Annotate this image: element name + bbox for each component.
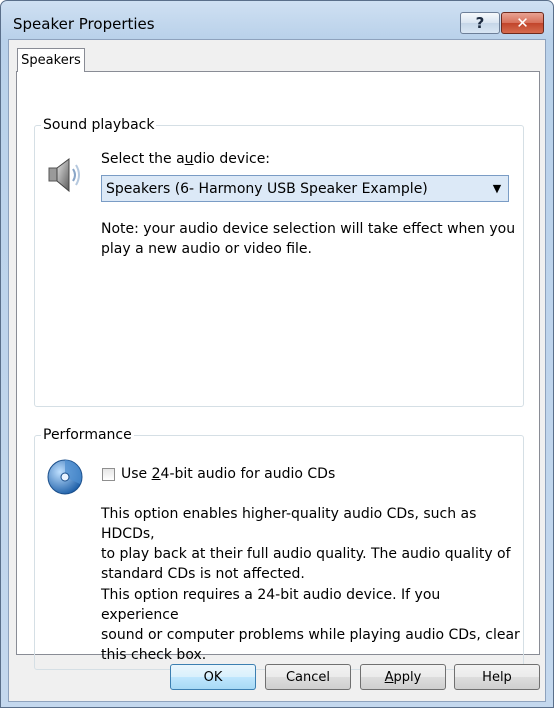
- apply-button[interactable]: Apply: [360, 664, 446, 690]
- sound-playback-legend: Sound playback: [41, 116, 157, 134]
- cancel-button[interactable]: Cancel: [265, 664, 351, 690]
- tab-panel: Sound playback Select the audio device: …: [16, 71, 540, 670]
- performance-info-1: This option enables higher-quality audio…: [101, 506, 511, 582]
- sound-playback-group: Sound playback: [34, 116, 524, 407]
- help-icon: ?: [475, 14, 485, 32]
- audio-device-value: Speakers (6- Harmony USB Speaker Example…: [106, 180, 428, 197]
- title-bar[interactable]: Speaker Properties ? ✕: [1, 1, 553, 41]
- use-24bit-label[interactable]: Use 24-bit audio for audio CDs: [121, 466, 335, 482]
- window-title: Speaker Properties: [13, 15, 155, 33]
- tab-speakers[interactable]: Speakers: [17, 48, 85, 72]
- ok-button[interactable]: OK: [170, 664, 256, 690]
- select-device-label: Select the audio device:: [101, 151, 271, 167]
- dialog-client: Speakers Sound playback Select the audio…: [8, 39, 546, 702]
- speaker-properties-window: Speaker Properties ? ✕ Speakers Sound pl…: [0, 0, 554, 708]
- chevron-down-icon[interactable]: ▼: [486, 182, 508, 195]
- speaker-icon: [48, 158, 80, 193]
- help-caption-button[interactable]: ?: [460, 12, 500, 34]
- performance-info-2: This option requires a 24-bit audio devi…: [101, 587, 520, 663]
- help-button[interactable]: Help: [454, 664, 540, 690]
- audio-cd-icon: [47, 459, 83, 495]
- device-note: Note: your audio device selection will t…: [101, 221, 516, 257]
- audio-device-dropdown[interactable]: Speakers (6- Harmony USB Speaker Example…: [101, 175, 509, 202]
- performance-legend: Performance: [41, 426, 134, 444]
- close-caption-button[interactable]: ✕: [501, 12, 544, 34]
- close-icon: ✕: [516, 14, 529, 32]
- use-24bit-checkbox[interactable]: [102, 468, 115, 481]
